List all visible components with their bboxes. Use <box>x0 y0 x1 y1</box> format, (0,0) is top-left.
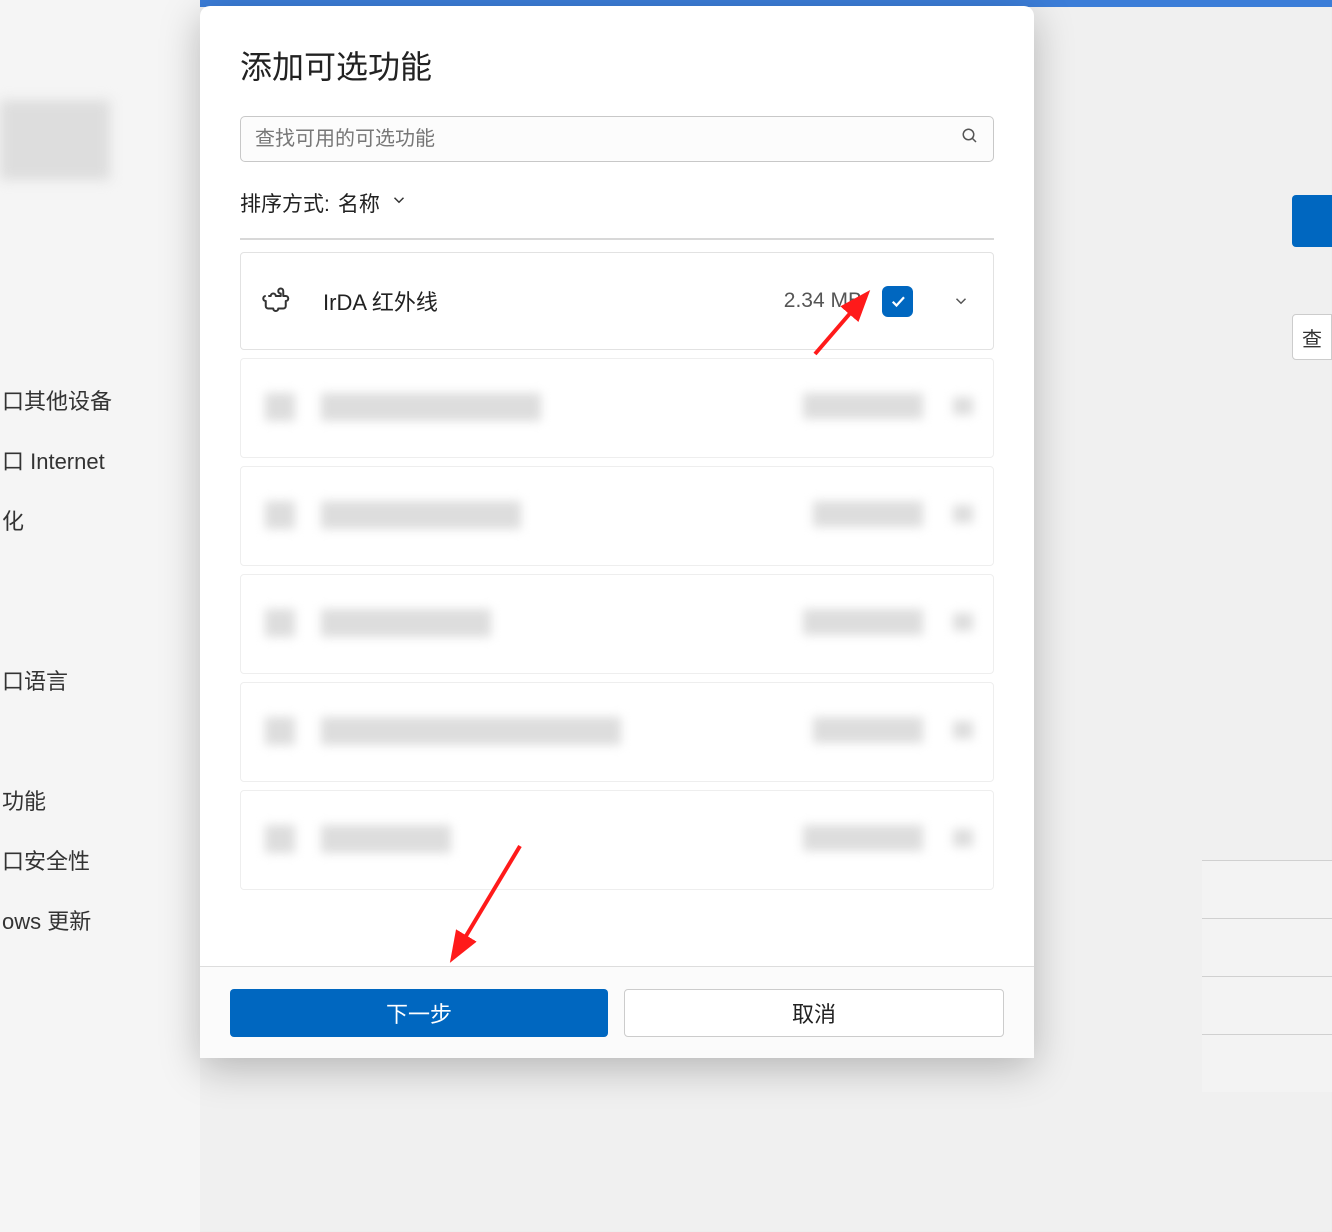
features-list[interactable]: IrDA 红外线 2.34 MB <box>240 238 994 918</box>
feature-name: IrDA 红外线 <box>323 285 764 317</box>
search-input-container[interactable] <box>240 116 994 162</box>
bg-nav-item: 功能 <box>0 770 200 830</box>
bg-right-button-outline: 查 <box>1292 314 1332 360</box>
dialog-content: 添加可选功能 排序方式: 名称 <box>200 6 1034 966</box>
next-button[interactable]: 下一步 <box>230 989 608 1037</box>
search-input[interactable] <box>255 128 961 151</box>
sort-value: 名称 <box>338 188 380 218</box>
chevron-down-icon <box>390 191 408 215</box>
bg-nav-item: 口安全性 <box>0 830 200 890</box>
feature-checkbox-checked[interactable] <box>882 286 913 317</box>
search-icon <box>961 127 979 151</box>
sort-label: 排序方式: <box>240 188 330 218</box>
feature-row-blurred <box>240 790 994 890</box>
feature-row-blurred <box>240 574 994 674</box>
bg-right-button-label: 查 <box>1302 323 1322 352</box>
feature-row-blurred <box>240 358 994 458</box>
bg-right-list-rows <box>1202 860 1332 1060</box>
bg-user-avatar-blur <box>0 100 110 180</box>
feature-row-blurred <box>240 682 994 782</box>
feature-row-blurred <box>240 466 994 566</box>
bg-nav-item: 化 <box>0 490 200 550</box>
dialog-footer: 下一步 取消 <box>200 966 1034 1058</box>
cancel-button[interactable]: 取消 <box>624 989 1004 1037</box>
bg-nav-item: 口 Internet <box>0 430 200 490</box>
chevron-down-icon[interactable] <box>949 292 973 310</box>
bg-nav-item: ows 更新 <box>0 890 200 950</box>
sort-dropdown[interactable]: 排序方式: 名称 <box>240 188 994 238</box>
bg-nav-item: 口其他设备 <box>0 370 200 430</box>
feature-row-irda[interactable]: IrDA 红外线 2.34 MB <box>240 252 994 350</box>
add-optional-feature-dialog: 添加可选功能 排序方式: 名称 <box>200 6 1034 1058</box>
dialog-title: 添加可选功能 <box>240 42 994 88</box>
bg-nav-list: 口其他设备 口 Internet 化 口语言 功能 口安全性 ows 更新 <box>0 370 200 950</box>
puzzle-icon <box>261 285 293 317</box>
feature-size: 2.34 MB <box>784 289 862 313</box>
bg-nav-item: 口语言 <box>0 650 200 710</box>
bg-right-button-accent <box>1292 195 1332 247</box>
